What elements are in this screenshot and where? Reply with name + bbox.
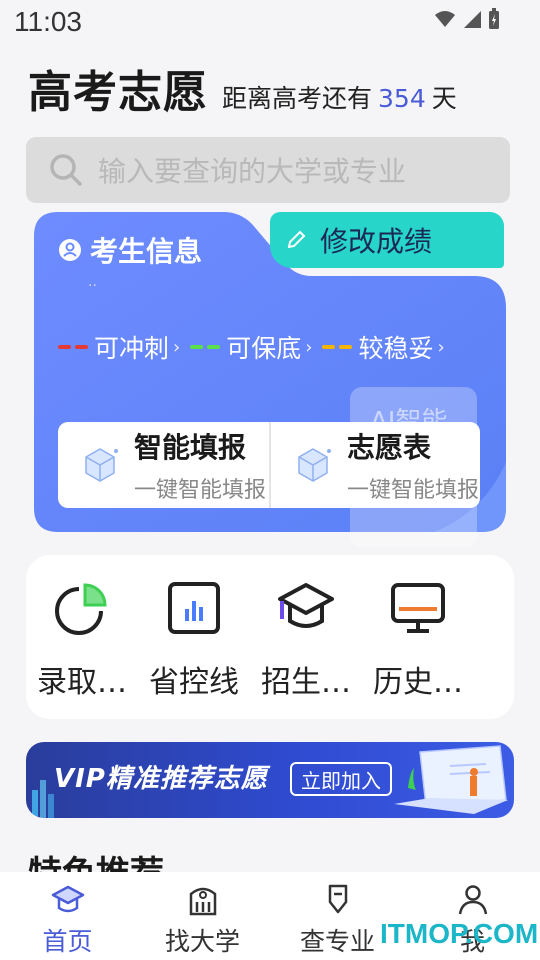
smart-fill-subtitle: 一键智能填报 [134,478,267,503]
signal-icon [464,11,481,28]
nav-label: 查专业 [299,927,375,956]
monitor-icon [391,583,445,633]
quick-link-label: 历史… [373,665,463,700]
quick-links-panel: 录取… 省控线 招生… 历史… [26,555,514,719]
wifi-icon [435,11,455,27]
countdown-days: 354 [378,84,426,113]
nav-university[interactable]: 找大学 [135,872,270,960]
legend-chongci[interactable]: 可冲刺 › [58,329,180,365]
smart-fill-button[interactable]: 智能填报 一键智能填报 [58,422,269,508]
status-bar: 11:03 [0,0,540,44]
battery-icon [489,8,499,29]
page-header: 高考志愿 距离高考还有 354 天 [28,56,457,120]
quick-link-control-line[interactable]: 省控线 [138,555,250,719]
legend-wentuo[interactable]: 较稳妥 › [322,329,445,365]
page-title: 高考志愿 [28,67,208,118]
laptop-illustration [394,745,508,814]
user-circle-icon [59,239,81,261]
quick-link-label: 录取… [37,665,127,700]
legend-baodi[interactable]: 可保底 › [190,329,312,365]
quick-link-admission[interactable]: 录取… [26,555,138,719]
bar-chart-icon [168,582,220,634]
search-icon [50,154,82,186]
countdown-prefix: 距离高考还有 [222,84,373,113]
chevron-right-icon: › [173,336,181,358]
legend-label: 较稳妥 [358,334,434,363]
pie-chart-icon [55,583,107,635]
cube-icon [85,448,118,482]
site-watermark: ITMOP.COM [380,918,539,949]
legend-dash-yellow [322,345,353,349]
university-icon [189,887,216,916]
major-icon [328,884,347,914]
quick-link-history[interactable]: 历史… [362,555,474,719]
smart-fill-title: 智能填报 [134,431,247,464]
edit-score-button[interactable]: 修改成绩 [270,212,504,268]
nav-home[interactable]: 首页 [0,872,135,960]
quick-link-enrollment[interactable]: 招生… [250,555,362,719]
legend-label: 可保底 [226,334,302,363]
pencil-icon [287,230,306,249]
vip-banner[interactable]: VIP精准推荐志愿 立即加入 [26,742,514,818]
legend-dash-green [190,345,221,349]
graduation-cap-icon [278,583,334,628]
legend-dash-red [58,345,88,349]
quick-link-label: 省控线 [149,665,239,700]
application-list-subtitle: 一键智能填报 [347,478,480,503]
vip-banner-text: VIP精准推荐志愿 [54,764,268,794]
student-info-label: 考生信息 [90,235,203,268]
chevron-right-icon: › [437,336,445,358]
profile-icon [458,885,487,915]
status-icons [434,8,500,30]
nav-label: 首页 [42,927,93,956]
cube-icon [298,448,331,482]
search-placeholder: 输入要查询的大学或专业 [98,155,407,188]
legend-label: 可冲刺 [94,334,170,363]
edit-score-label: 修改成绩 [320,225,433,258]
status-time: 11:03 [14,6,82,37]
chevron-right-icon: › [305,336,313,358]
countdown-suffix: 天 [431,84,457,113]
student-info-title: 考生信息 [58,230,202,270]
exam-countdown: 距离高考还有 354 天 [222,79,457,115]
vip-join-button[interactable]: 立即加入 [290,762,392,796]
score-placeholder-dots: .. [88,274,97,290]
fill-actions: 智能填报 一键智能填报 志愿表 一键智能填报 [58,422,480,508]
student-info-card: 考生信息 修改成绩 .. 可冲刺 › 可保底 › 较稳妥 › AI智能 智能填报 [34,212,506,547]
home-cap-icon [51,885,84,913]
probability-legend: 可冲刺 › 可保底 › 较稳妥 › [58,329,455,365]
application-list-button[interactable]: 志愿表 一键智能填报 [269,422,480,508]
search-input[interactable]: 输入要查询的大学或专业 [26,137,510,203]
application-list-title: 志愿表 [347,431,432,464]
quick-link-label: 招生… [261,665,351,700]
nav-label: 找大学 [164,927,240,956]
